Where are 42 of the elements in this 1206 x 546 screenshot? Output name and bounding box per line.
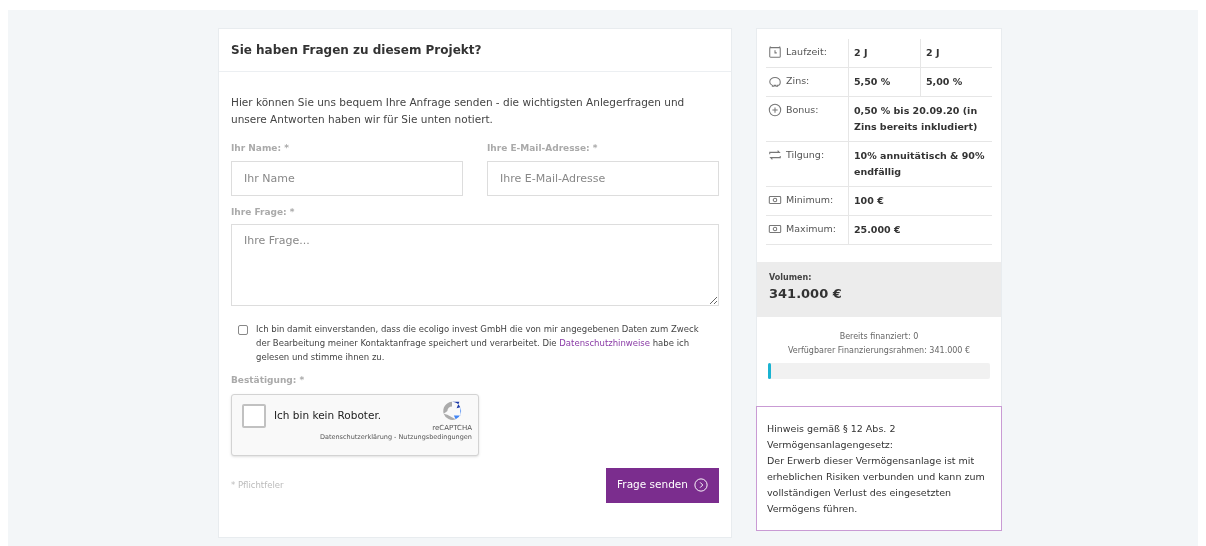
term-value: 0,50 % bis 20.09.20 (in Zins bereits inkludiert) — [853, 104, 979, 134]
captcha-text: Ich bin kein Roboter. — [274, 407, 383, 423]
intro-text: Hier können Sie uns bequem Ihre Anfrage senden - die wichtigsten Anlegerfragen und unsere Antworten haben wir für Sie unten notiert. — [231, 95, 686, 127]
field-label: Ihre E-Mail-Adresse: * — [487, 142, 599, 155]
available-text: Verfügbarer Finanzierungsrahmen: 341.000 € — [787, 345, 971, 357]
field-label: Bestätigung: * — [231, 374, 306, 387]
term-label: Zins: — [786, 74, 810, 88]
chevron-circle-icon — [693, 478, 708, 492]
term-value: 100 € — [853, 194, 885, 208]
submit-button[interactable]: Frage senden — [606, 467, 719, 503]
term-label: Tilgung: — [786, 148, 825, 162]
term-label: Bonus: — [786, 103, 819, 117]
term-value: 25.000 € — [853, 223, 902, 237]
term-label: Minimum: — [786, 193, 834, 207]
repeat-icon — [768, 148, 782, 162]
field-label: Ihr Name: * — [231, 142, 290, 155]
term-value: 2 J — [925, 46, 941, 60]
input-field[interactable]: Ihr Name — [231, 160, 463, 196]
consent-text: Ich bin damit einverstanden, dass die ecoligo invest GmbH die von mir angegebenen Daten zum Zweck der Bearbeitung meiner Kontaktanfrage speichert und verarbeitet. Die Datenschutzhinweise habe ich gelesen und stimme ihnen zu. — [256, 323, 700, 364]
plus-circle-icon — [768, 103, 782, 117]
question-field[interactable]: Ihre Frage... — [231, 224, 719, 306]
notice-text: Der Erwerb dieser Vermögensanlage ist mit erheblichen Risiken verbunden und kann zum vollständigen Verlust des eingesetzten Vermögens führen. — [767, 454, 986, 516]
captcha-checkbox[interactable] — [242, 403, 266, 428]
consent-checkbox[interactable] — [238, 325, 248, 335]
term-value: 5,50 % — [849, 68, 921, 96]
input-field[interactable]: Ihre E-Mail-Adresse — [487, 160, 719, 196]
notice-heading: Hinweis gemäß § 12 Abs. 2 Vermögensanlagengesetz: — [767, 422, 897, 452]
privacy-link[interactable]: Datenschutzhinweise — [559, 338, 651, 348]
volume-label: Volumen: — [769, 272, 813, 284]
volume-value: 341.000 € — [769, 285, 843, 303]
term-value: 2 J — [849, 39, 921, 67]
term-value: 10% annuitätisch & 90% endfällig — [853, 149, 986, 179]
required-note: * Pflichtfeler — [231, 478, 284, 492]
term-value: 5,00 % — [925, 75, 964, 89]
term-label: Laufzeit: — [786, 45, 827, 59]
banknote-icon — [768, 193, 782, 207]
field-label: Ihre Frage: * — [231, 205, 296, 219]
alarm-clock-icon — [768, 45, 782, 59]
term-label: Maximum: — [786, 222, 836, 236]
financed-text: Bereits finanziert: 0 — [839, 331, 919, 343]
card-title: Sie haben Fragen zu diesem Projekt? — [219, 29, 731, 72]
banknote-icon — [768, 222, 782, 236]
